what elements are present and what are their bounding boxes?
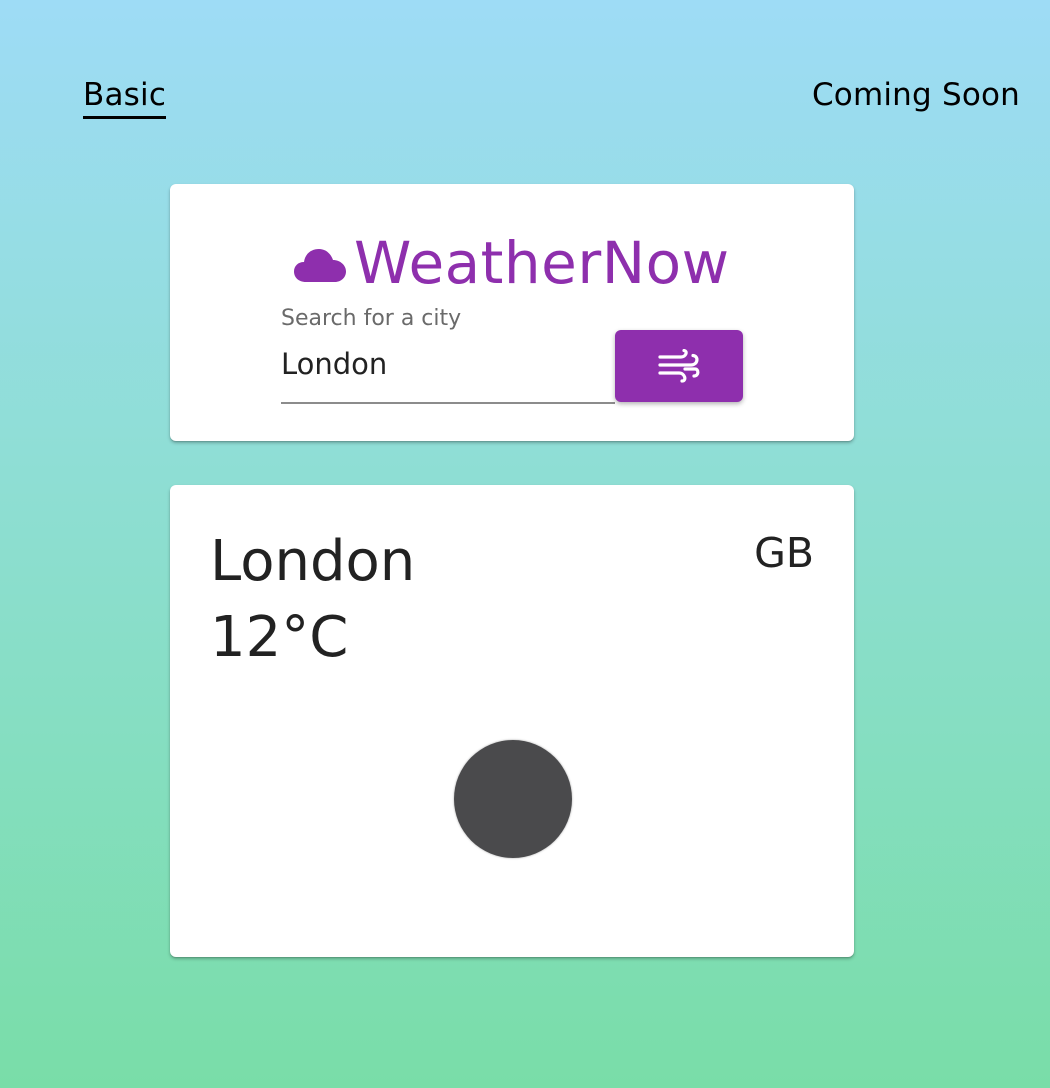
city-name: London xyxy=(210,529,416,594)
city-search-input[interactable] xyxy=(281,347,611,381)
search-button[interactable] xyxy=(615,330,743,402)
brand-name: WeatherNow xyxy=(354,229,730,297)
brand-logo: WeatherNow xyxy=(294,228,730,298)
country-code: GB xyxy=(754,529,814,577)
cloud-icon xyxy=(294,249,346,282)
page: { "tabs": { "basic": "Basic", "coming_so… xyxy=(0,0,1050,1088)
city-search-field: Search for a city xyxy=(281,302,615,404)
weather-result-card: London 12°C GB xyxy=(170,485,854,957)
weather-status-icon xyxy=(454,740,572,858)
wind-icon xyxy=(658,349,700,383)
temperature: 12°C xyxy=(210,605,349,670)
tab-basic[interactable]: Basic xyxy=(83,76,167,119)
tab-coming-soon[interactable]: Coming Soon xyxy=(812,76,1020,114)
search-card: WeatherNow Search for a city xyxy=(170,184,854,441)
search-label: Search for a city xyxy=(281,306,462,331)
